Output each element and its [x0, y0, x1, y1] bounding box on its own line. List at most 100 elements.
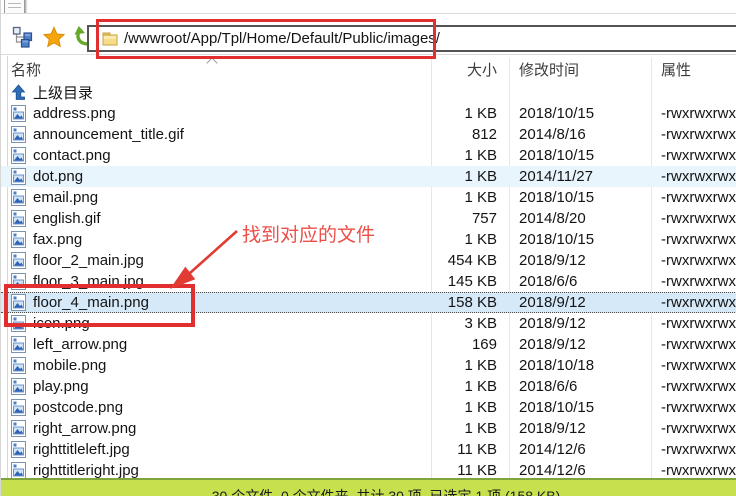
file-row[interactable]: floor_3_main.jpg145 KB2018/6/6-rwxrwxrwx	[1, 271, 736, 292]
file-attributes: -rwxrwxrwx	[651, 294, 736, 311]
column-header-modified[interactable]: 修改时间	[509, 59, 651, 80]
file-name-cell: righttitleright.jpg	[1, 462, 431, 478]
file-name: floor_4_main.png	[33, 294, 149, 311]
column-header-row: 名称 大小 修改时间 属性	[1, 58, 736, 80]
file-row[interactable]: contact.png1 KB2018/10/15-rwxrwxrwx	[1, 145, 736, 166]
file-size: 1 KB	[431, 399, 509, 416]
file-name: announcement_title.gif	[33, 126, 184, 143]
file-name-cell: email.png	[1, 189, 431, 206]
file-attributes: -rwxrwxrwx	[651, 273, 736, 290]
image-file-icon	[11, 420, 26, 437]
file-size: 145 KB	[431, 273, 509, 290]
favorites-star-icon[interactable]	[43, 26, 65, 48]
image-file-icon	[11, 252, 26, 269]
image-file-icon	[11, 126, 26, 143]
file-modified: 2018/10/15	[509, 189, 651, 206]
file-size: 1 KB	[431, 357, 509, 374]
file-attributes: -rwxrwxrwx	[651, 168, 736, 185]
file-attributes: -rwxrwxrwx	[651, 357, 736, 374]
image-file-icon	[11, 462, 26, 478]
column-header-size[interactable]: 大小	[431, 59, 509, 80]
file-size: 812	[431, 126, 509, 143]
parent-directory-label: 上级目录	[33, 82, 93, 103]
file-modified: 2018/9/12	[509, 336, 651, 353]
file-row[interactable]: righttitleleft.jpg11 KB2014/12/6-rwxrwxr…	[1, 439, 736, 460]
file-attributes: -rwxrwxrwx	[651, 189, 736, 206]
file-row[interactable]: address.png1 KB2018/10/15-rwxrwxrwx	[1, 103, 736, 124]
address-bar[interactable]: /wwwroot/App/Tpl/Home/Default/Public/ima…	[87, 25, 736, 52]
file-size: 11 KB	[431, 462, 509, 478]
file-row[interactable]: email.png 1 KB2018/10/15-rwxrwxrwx	[1, 187, 736, 208]
file-manager-window: /wwwroot/App/Tpl/Home/Default/Public/ima…	[0, 0, 736, 496]
file-name: right_arrow.png	[33, 420, 136, 437]
file-size: 454 KB	[431, 252, 509, 269]
file-name-cell: righttitleleft.jpg	[1, 441, 431, 458]
file-size: 1 KB	[431, 168, 509, 185]
file-size: 1 KB	[431, 420, 509, 437]
image-file-icon	[11, 147, 26, 164]
file-modified: 2014/12/6	[509, 441, 651, 458]
file-row[interactable]: floor_4_main.png 158 KB2018/9/12-rwxrwxrw…	[1, 292, 736, 313]
file-row[interactable]: right_arrow.png1 KB2018/9/12-rwxrwxrwx	[1, 418, 736, 439]
column-header-attributes[interactable]: 属性	[651, 59, 736, 80]
file-name: contact.png	[33, 147, 111, 164]
file-size: 1 KB	[431, 231, 509, 248]
notes-page-icon	[4, 0, 25, 14]
file-name: floor_3_main.jpg	[33, 273, 144, 290]
file-attributes: -rwxrwxrwx	[651, 399, 736, 416]
file-attributes: -rwxrwxrwx	[651, 336, 736, 353]
file-modified: 2018/10/15	[509, 147, 651, 164]
column-header-name[interactable]: 名称	[1, 59, 431, 80]
file-name: mobile.png	[33, 357, 106, 374]
file-row[interactable]: announcement_title.gif 8122014/8/16-rwxrw…	[1, 124, 736, 145]
file-row[interactable]: righttitleright.jpg11 KB2014/12/6-rwxrwx…	[1, 460, 736, 478]
file-modified: 2018/10/15	[509, 399, 651, 416]
image-file-icon	[11, 231, 26, 248]
file-name-cell: postcode.png	[1, 399, 431, 416]
folder-icon	[102, 32, 118, 46]
file-size: 158 KB	[431, 294, 509, 311]
file-row[interactable]: left_arrow.png1692018/9/12-rwxrwxrwx	[1, 334, 736, 355]
file-name-cell: icon.png	[1, 315, 431, 332]
file-attributes: -rwxrwxrwx	[651, 105, 736, 122]
image-file-icon	[11, 336, 26, 353]
file-attributes: -rwxrwxrwx	[651, 441, 736, 458]
file-list: 上级目录 address.png1 KB2018/10/15-rwxrwxrwx…	[1, 82, 736, 478]
file-attributes: -rwxrwxrwx	[651, 147, 736, 164]
file-name: email.png	[33, 189, 98, 206]
file-name-cell: contact.png	[1, 147, 431, 164]
file-row[interactable]: postcode.png1 KB2018/10/15-rwxrwxrwx	[1, 397, 736, 418]
file-modified: 2018/9/12	[509, 315, 651, 332]
file-modified: 2018/10/18	[509, 357, 651, 374]
file-size: 1 KB	[431, 189, 509, 206]
file-size: 169	[431, 336, 509, 353]
file-attributes: -rwxrwxrwx	[651, 462, 736, 478]
file-attributes: -rwxrwxrwx	[651, 210, 736, 227]
file-size: 757	[431, 210, 509, 227]
file-name-cell: right_arrow.png	[1, 420, 431, 437]
file-attributes: -rwxrwxrwx	[651, 126, 736, 143]
file-row[interactable]: floor_2_main.jpg454 KB2018/9/12-rwxrwxrw…	[1, 250, 736, 271]
file-row[interactable]: icon.png3 KB2018/9/12-rwxrwxrwx	[1, 313, 736, 334]
file-attributes: -rwxrwxrwx	[651, 420, 736, 437]
file-row[interactable]: dot.png1 KB2014/11/27-rwxrwxrwx	[1, 166, 736, 187]
file-modified: 2014/8/16	[509, 126, 651, 143]
file-modified: 2014/11/27	[509, 168, 651, 185]
image-file-icon	[11, 105, 26, 122]
address-path[interactable]: /wwwroot/App/Tpl/Home/Default/Public/ima…	[124, 30, 440, 47]
file-modified: 2018/9/12	[509, 294, 651, 311]
file-name-cell: floor_2_main.jpg	[1, 252, 431, 269]
file-attributes: -rwxrwxrwx	[651, 231, 736, 248]
file-size: 1 KB	[431, 378, 509, 395]
file-modified: 2014/12/6	[509, 462, 651, 478]
tree-view-icon[interactable]	[12, 26, 34, 48]
file-row[interactable]: mobile.png 1 KB2018/10/18-rwxrwxrwx	[1, 355, 736, 376]
toolbar: /wwwroot/App/Tpl/Home/Default/Public/ima…	[1, 14, 736, 55]
parent-directory-row[interactable]: 上级目录	[1, 82, 736, 103]
file-name: address.png	[33, 105, 116, 122]
file-row[interactable]: play.png1 KB2018/6/6-rwxrwxrwx	[1, 376, 736, 397]
image-file-icon	[11, 168, 26, 185]
file-name-cell: play.png	[1, 378, 431, 395]
file-name: icon.png	[33, 315, 90, 332]
file-name-cell: announcement_title.gif	[1, 126, 431, 143]
